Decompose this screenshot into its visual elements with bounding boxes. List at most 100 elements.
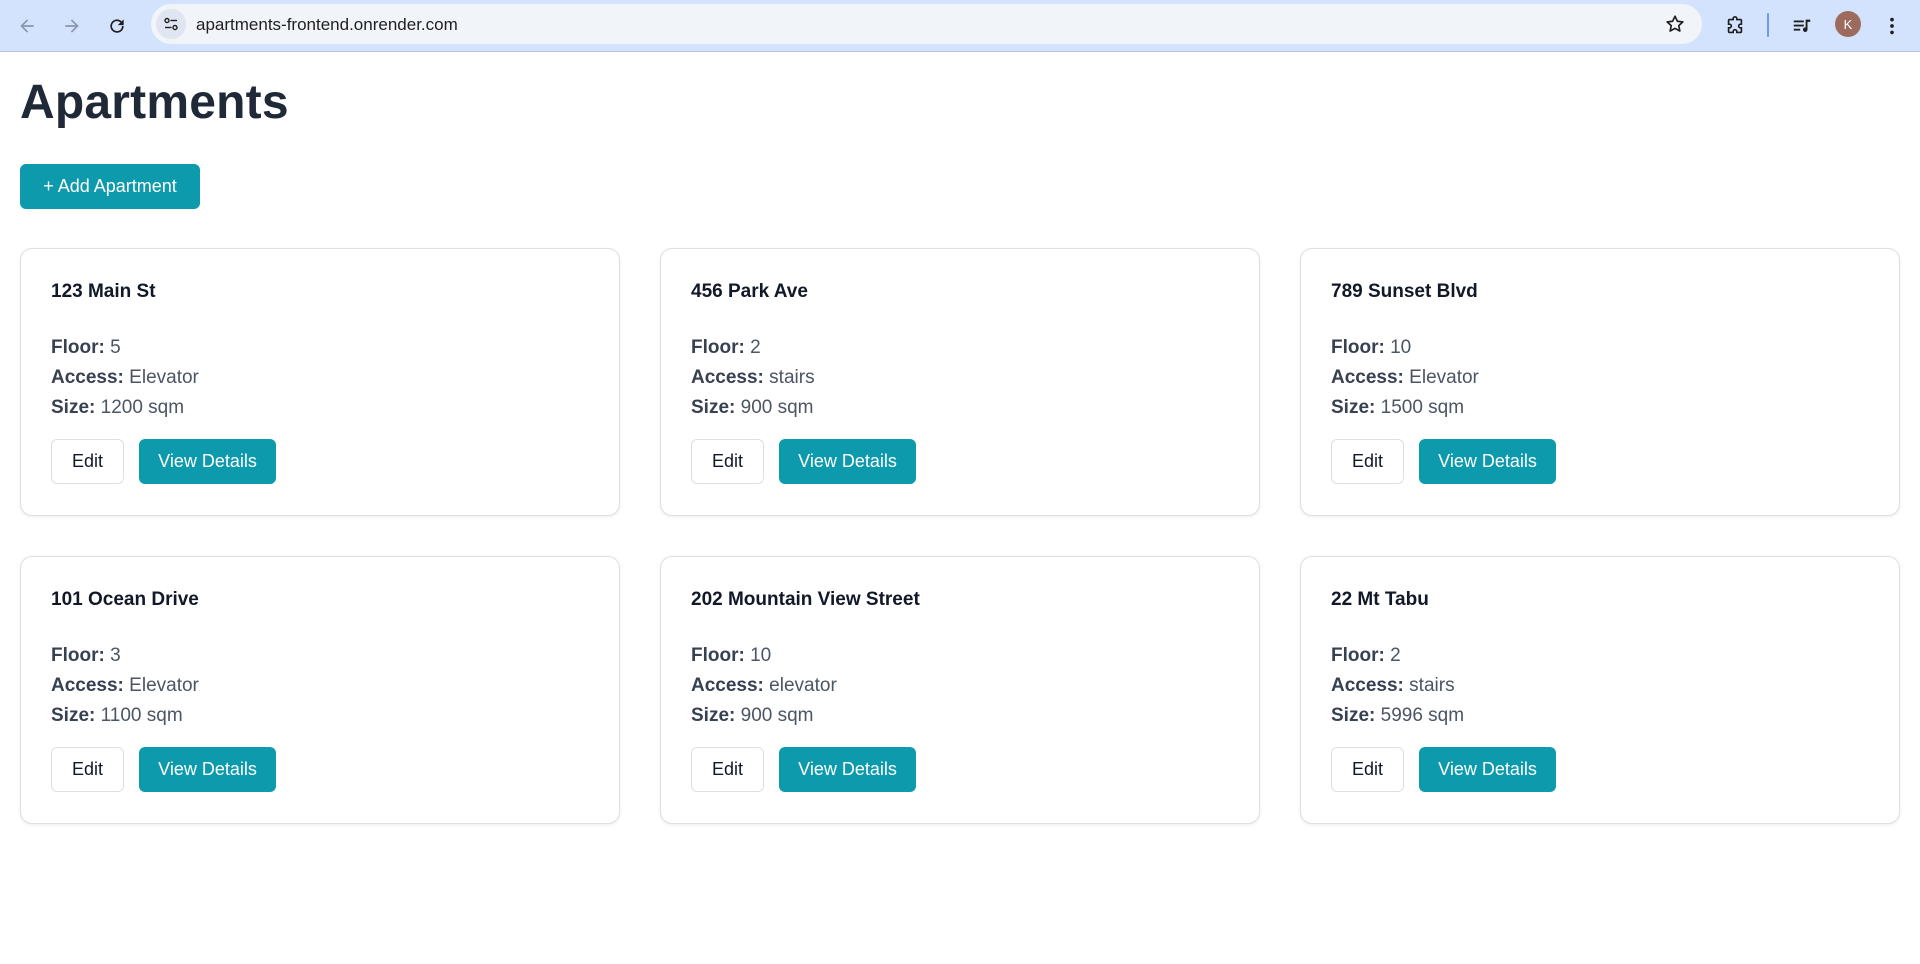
card-actions: Edit View Details	[51, 747, 276, 792]
media-controls-button[interactable]	[1786, 10, 1818, 42]
size-value: 1500 sqm	[1380, 397, 1465, 418]
edit-button[interactable]: Edit	[1331, 439, 1404, 484]
edit-button[interactable]: Edit	[691, 439, 764, 484]
floor-row: Floor: 3	[51, 641, 589, 671]
apartment-card: 101 Ocean Drive Floor: 3 Access: Elevato…	[20, 556, 620, 824]
access-row: Access: stairs	[1331, 671, 1869, 701]
floor-value: 5	[110, 337, 121, 358]
arrow-left-icon	[20, 19, 34, 33]
access-label: Access:	[1331, 367, 1404, 388]
size-label: Size:	[1331, 397, 1376, 418]
floor-label: Floor:	[1331, 645, 1385, 666]
apartment-card: 202 Mountain View Street Floor: 10 Acces…	[660, 556, 1260, 824]
site-info-button[interactable]	[156, 9, 186, 39]
size-value: 5996 sqm	[1380, 705, 1465, 726]
floor-label: Floor:	[51, 337, 105, 358]
access-label: Access:	[51, 675, 124, 696]
arrow-right-icon	[65, 19, 79, 33]
access-value: stairs	[769, 367, 815, 388]
apartment-card: 123 Main St Floor: 5 Access: Elevator Si…	[20, 248, 620, 516]
size-label: Size:	[51, 705, 96, 726]
size-value: 900 sqm	[740, 705, 814, 726]
browser-menu-button[interactable]	[1876, 10, 1908, 42]
floor-label: Floor:	[691, 337, 745, 358]
access-value: elevator	[769, 675, 837, 696]
page-content: Apartments + Add Apartment 123 Main St F…	[0, 53, 1920, 964]
size-value: 1100 sqm	[100, 705, 183, 726]
apartment-details: Floor: 3 Access: Elevator Size: 1100 sqm	[51, 641, 589, 731]
url-text[interactable]: apartments-frontend.onrender.com	[196, 15, 458, 35]
access-row: Access: Elevator	[51, 363, 589, 393]
size-row: Size: 1100 sqm	[51, 701, 589, 731]
playlist-music-icon	[1793, 19, 1811, 33]
access-label: Access:	[1331, 675, 1404, 696]
card-actions: Edit View Details	[51, 439, 276, 484]
puzzle-icon	[1727, 16, 1743, 34]
access-label: Access:	[691, 367, 764, 388]
view-details-button[interactable]: View Details	[779, 747, 916, 792]
apartment-address: 101 Ocean Drive	[51, 589, 199, 610]
access-row: Access: stairs	[691, 363, 1229, 393]
toolbar-divider	[1767, 13, 1769, 37]
edit-button[interactable]: Edit	[51, 439, 124, 484]
browser-toolbar: apartments-frontend.onrender.com K	[0, 0, 1920, 52]
apartment-address: 22 Mt Tabu	[1331, 589, 1429, 610]
size-label: Size:	[691, 397, 736, 418]
edit-button[interactable]: Edit	[1331, 747, 1404, 792]
card-actions: Edit View Details	[1331, 439, 1556, 484]
floor-row: Floor: 2	[691, 333, 1229, 363]
profile-avatar[interactable]: K	[1835, 11, 1861, 37]
apartment-details: Floor: 2 Access: stairs Size: 900 sqm	[691, 333, 1229, 423]
page-title: Apartments	[20, 76, 289, 129]
access-row: Access: elevator	[691, 671, 1229, 701]
view-details-button[interactable]: View Details	[139, 439, 276, 484]
size-label: Size:	[1331, 705, 1376, 726]
size-value: 1200 sqm	[100, 397, 185, 418]
back-button[interactable]	[11, 10, 43, 42]
access-value: Elevator	[1409, 367, 1479, 388]
floor-row: Floor: 10	[691, 641, 1229, 671]
size-row: Size: 900 sqm	[691, 393, 1229, 423]
forward-button[interactable]	[56, 10, 88, 42]
floor-label: Floor:	[1331, 337, 1385, 358]
apartment-details: Floor: 10 Access: Elevator Size: 1500 sq…	[1331, 333, 1869, 423]
view-details-button[interactable]: View Details	[1419, 439, 1556, 484]
apartment-address: 202 Mountain View Street	[691, 589, 920, 610]
view-details-button[interactable]: View Details	[139, 747, 276, 792]
edit-button[interactable]: Edit	[51, 747, 124, 792]
size-label: Size:	[691, 705, 736, 726]
card-actions: Edit View Details	[1331, 747, 1556, 792]
apartment-details: Floor: 10 Access: elevator Size: 900 sqm	[691, 641, 1229, 731]
floor-label: Floor:	[691, 645, 745, 666]
view-details-button[interactable]: View Details	[779, 439, 916, 484]
size-row: Size: 5996 sqm	[1331, 701, 1869, 731]
apartment-card: 22 Mt Tabu Floor: 2 Access: stairs Size:…	[1300, 556, 1900, 824]
address-bar[interactable]: apartments-frontend.onrender.com	[151, 4, 1702, 44]
apartment-details: Floor: 5 Access: Elevator Size: 1200 sqm	[51, 333, 589, 423]
extensions-button[interactable]	[1719, 10, 1751, 42]
view-details-button[interactable]: View Details	[1419, 747, 1556, 792]
size-row: Size: 900 sqm	[691, 701, 1229, 731]
floor-value: 2	[750, 337, 761, 358]
floor-label: Floor:	[51, 645, 105, 666]
size-value: 900 sqm	[740, 397, 814, 418]
reload-icon	[110, 19, 124, 33]
tune-icon	[164, 17, 178, 31]
reload-button[interactable]	[101, 10, 133, 42]
access-value: Elevator	[129, 367, 199, 388]
bookmark-star-icon[interactable]	[1664, 13, 1686, 35]
floor-value: 2	[1390, 645, 1401, 666]
access-value: stairs	[1409, 675, 1455, 696]
more-vertical-icon	[1890, 17, 1894, 35]
apartment-address: 456 Park Ave	[691, 281, 808, 302]
size-row: Size: 1200 sqm	[51, 393, 589, 423]
apartment-grid: 123 Main St Floor: 5 Access: Elevator Si…	[20, 248, 1900, 824]
size-row: Size: 1500 sqm	[1331, 393, 1869, 423]
add-apartment-button[interactable]: + Add Apartment	[20, 164, 200, 209]
access-label: Access:	[691, 675, 764, 696]
floor-value: 10	[750, 645, 772, 666]
floor-value: 10	[1390, 337, 1412, 358]
size-label: Size:	[51, 397, 96, 418]
apartment-address: 789 Sunset Blvd	[1331, 281, 1478, 302]
edit-button[interactable]: Edit	[691, 747, 764, 792]
